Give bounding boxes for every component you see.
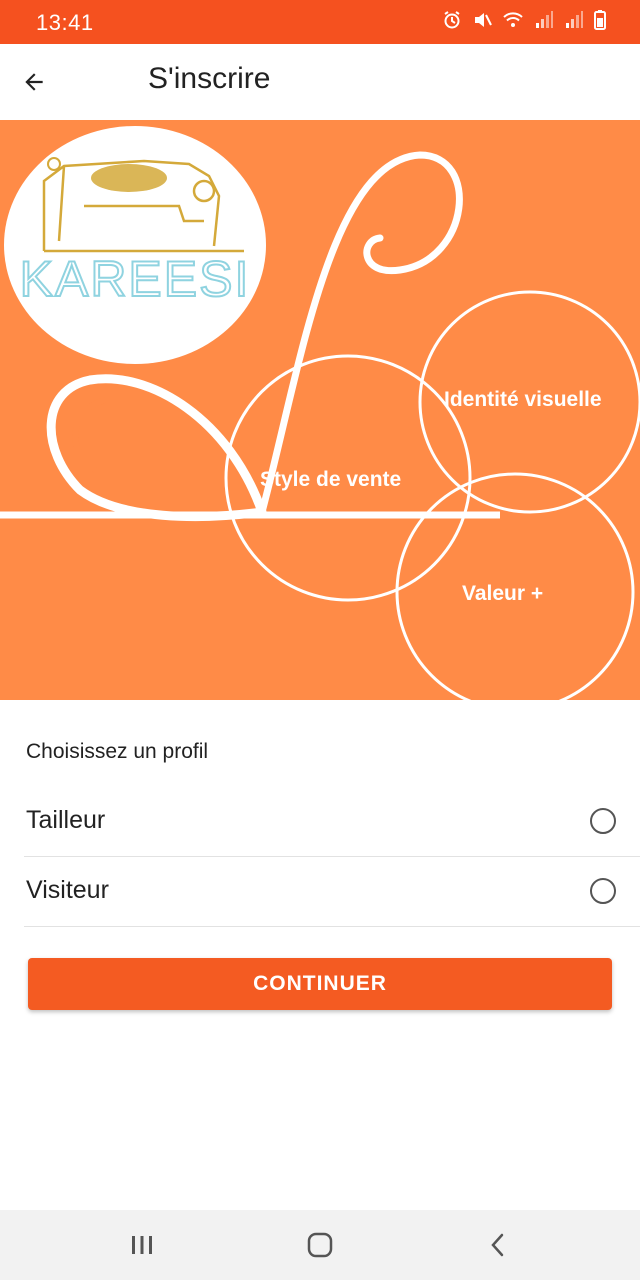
bubble-identite-visuelle: Identité visuelle bbox=[444, 388, 602, 411]
profile-option-tailleur[interactable]: Tailleur bbox=[24, 786, 640, 857]
signal-icon bbox=[564, 10, 584, 35]
logo-text: KAREESI bbox=[19, 250, 251, 308]
kareesi-logo bbox=[4, 126, 266, 364]
nav-back-button[interactable] bbox=[478, 1228, 518, 1262]
arrow-left-icon bbox=[25, 73, 43, 91]
option-label: Tailleur bbox=[26, 806, 106, 834]
banner-image: KAREESI Identité visuelle Style de vente… bbox=[0, 120, 640, 700]
status-bar: 13:41 bbox=[0, 0, 640, 44]
bubble-style-de-vente: Style de vente bbox=[260, 468, 402, 491]
continue-button[interactable]: CONTINUER bbox=[28, 958, 612, 1010]
option-label: Visiteur bbox=[26, 876, 109, 904]
profile-section-label: Choisissez un profil bbox=[26, 740, 209, 763]
home-button[interactable] bbox=[300, 1228, 340, 1262]
alarm-icon bbox=[442, 10, 462, 35]
bubble-valeur: Valeur + bbox=[462, 582, 544, 605]
sewing-machine-icon bbox=[42, 157, 244, 253]
profile-option-visiteur[interactable]: Visiteur bbox=[24, 856, 640, 927]
status-time: 13:41 bbox=[36, 10, 94, 35]
recent-apps-icon bbox=[132, 1236, 152, 1254]
system-nav-bar bbox=[0, 1210, 640, 1280]
radio-button[interactable] bbox=[590, 878, 616, 904]
signal-icon bbox=[534, 10, 554, 35]
home-icon bbox=[307, 1232, 333, 1258]
page-title: S'inscrire bbox=[148, 62, 271, 95]
battery-icon bbox=[594, 10, 606, 35]
radio-button[interactable] bbox=[590, 808, 616, 834]
status-icons bbox=[442, 10, 606, 35]
mute-icon bbox=[472, 10, 492, 35]
wifi-icon bbox=[502, 10, 524, 35]
back-icon bbox=[491, 1233, 504, 1257]
recent-apps-button[interactable] bbox=[122, 1228, 162, 1262]
app-bar: S'inscrire bbox=[0, 44, 640, 120]
back-button[interactable] bbox=[14, 62, 54, 102]
